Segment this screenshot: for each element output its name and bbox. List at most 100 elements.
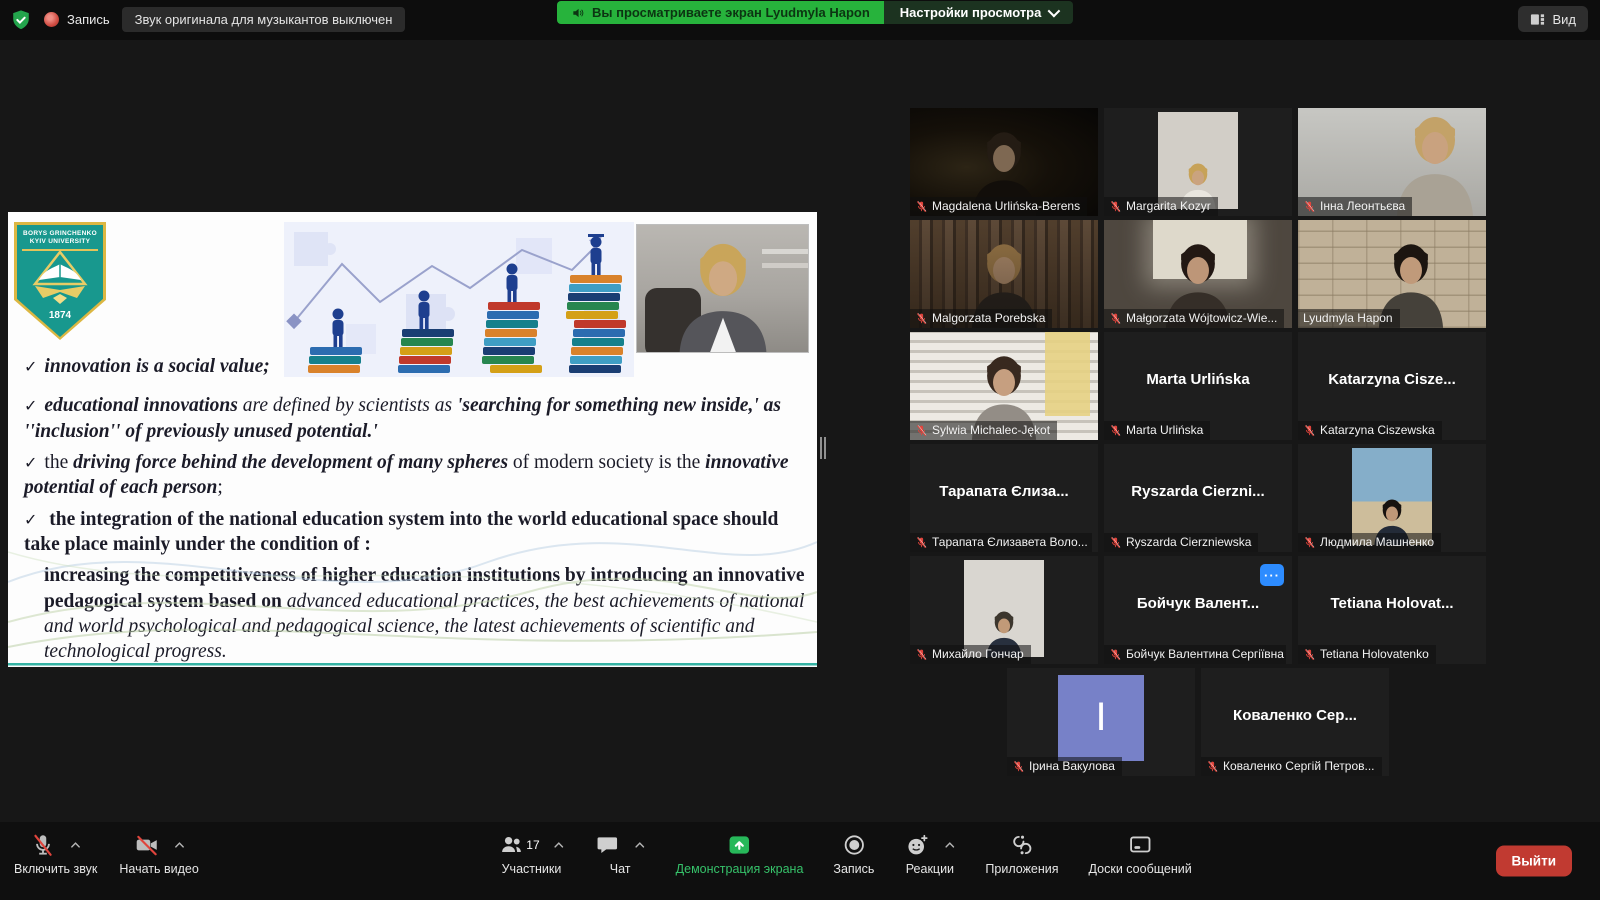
toolbar-chat-button[interactable]: Чат xyxy=(595,831,646,876)
muted-mic-icon xyxy=(1109,648,1122,661)
participant-tile[interactable]: Tetiana Holovat...Tetiana Holovatenko xyxy=(1298,556,1486,664)
chevron-up-icon[interactable] xyxy=(174,841,185,849)
chevron-up-icon[interactable] xyxy=(944,841,955,849)
meeting-toolbar: Включить звук Начать видео 17 Участники Чат… xyxy=(0,822,1600,900)
leave-meeting-button[interactable]: Выйти xyxy=(1496,846,1573,877)
toolbar-label: Чат xyxy=(610,862,631,876)
chat-icon xyxy=(595,832,621,858)
participant-photo xyxy=(964,560,1044,657)
chevron-up-icon[interactable] xyxy=(70,841,81,849)
mic-muted-icon xyxy=(30,832,56,858)
participant-tile[interactable]: Margarita Kozyr xyxy=(1104,108,1292,216)
chevron-down-icon xyxy=(1048,5,1061,18)
muted-mic-icon xyxy=(915,648,928,661)
toolbar-label: Доски сообщений xyxy=(1089,862,1192,876)
muted-mic-icon xyxy=(1206,760,1219,773)
participant-name-label: Михайло Гончар xyxy=(910,645,1031,664)
zoom-meeting-window: Запись Звук оригинала для музыкантов вык… xyxy=(0,0,1600,900)
slide-bullet: increasing the competitiveness of higher… xyxy=(24,563,807,664)
participant-tile[interactable]: Коваленко Сер...Коваленко Сергій Петров.… xyxy=(1201,668,1389,776)
participant-photo xyxy=(1352,448,1432,545)
toolbar-label: Демонстрация экрана xyxy=(676,862,804,876)
participant-tile[interactable]: Бойчук Валент...···Бойчук Валентина Серг… xyxy=(1104,556,1292,664)
participant-tile[interactable]: Михайло Гончар xyxy=(910,556,1098,664)
panel-resize-handle[interactable] xyxy=(820,437,826,459)
participant-tile[interactable]: Lyudmyla Hapon xyxy=(1298,220,1486,328)
participant-tile[interactable]: Małgorzata Wójtowicz-Wie... xyxy=(1104,220,1292,328)
toolbar-start-video-button[interactable]: Начать видео xyxy=(119,831,198,876)
muted-mic-icon xyxy=(915,312,928,325)
record-icon xyxy=(841,832,867,858)
participant-name-label: Інна Леонтьєва xyxy=(1298,197,1412,216)
toolbar-apps-button[interactable]: Приложения xyxy=(985,831,1058,876)
apps-icon xyxy=(1009,832,1035,858)
participants-count: 17 xyxy=(526,838,539,852)
toolbar-whiteboards-button[interactable]: Доски сообщений xyxy=(1089,831,1192,876)
toolbar-participants-button[interactable]: 17 Участники xyxy=(498,831,564,876)
original-sound-button[interactable]: Звук оригинала для музыкантов выключен xyxy=(122,7,406,32)
view-settings-dropdown[interactable]: Настройки просмотра xyxy=(884,1,1074,24)
participant-name-label: Ryszarda Cierzniewska xyxy=(1104,533,1258,552)
muted-mic-icon xyxy=(915,536,928,549)
slide-bullet: ✓innovation is a social value; xyxy=(24,354,807,379)
chevron-up-icon[interactable] xyxy=(635,841,646,849)
participant-tile[interactable]: Malgorzata Porebska xyxy=(910,220,1098,328)
presenter-video[interactable] xyxy=(637,225,808,352)
participant-tile[interactable]: Ryszarda Cierzni...Ryszarda Cierzniewska xyxy=(1104,444,1292,552)
participant-name-label: Sylwia Michalec-Jękot xyxy=(910,421,1057,440)
participant-name-label: Ірина Вакулова xyxy=(1007,757,1122,776)
more-options-button[interactable]: ··· xyxy=(1260,564,1284,586)
open-book-emblem xyxy=(29,250,91,306)
toolbar-record-button[interactable]: Запись xyxy=(833,831,874,876)
participant-name-center: Tetiana Holovat... xyxy=(1298,556,1486,650)
speaker-icon xyxy=(571,6,585,20)
viewing-banner-text: Вы просматриваете экран Lyudmyla Hapon xyxy=(592,5,870,20)
toolbar-label: Начать видео xyxy=(119,862,198,876)
participant-tile[interactable]: IІрина Вакулова xyxy=(1007,668,1195,776)
chevron-up-icon[interactable] xyxy=(554,841,565,849)
participant-tile[interactable]: Marta UrlińskaMarta Urlińska xyxy=(1104,332,1292,440)
participant-name-label: Tetiana Holovatenko xyxy=(1298,645,1436,664)
screen-viewing-banner: Вы просматриваете экран Lyudmyla Hapon Н… xyxy=(557,1,1073,24)
people-icon xyxy=(498,832,524,858)
participant-name-label: Małgorzata Wójtowicz-Wie... xyxy=(1104,309,1284,328)
participants-grid-last-row: IІрина ВакуловаКоваленко Сер...Коваленко… xyxy=(910,668,1486,776)
participant-name-center: Katarzyna Cisze... xyxy=(1298,332,1486,426)
record-dot-icon xyxy=(44,12,59,27)
participant-name-label: Коваленко Сергій Петров... xyxy=(1201,757,1382,776)
recording-indicator: Запись xyxy=(44,12,110,27)
participant-name-label: Magdalena Urlińska-Berens xyxy=(910,197,1087,216)
view-button[interactable]: Вид xyxy=(1518,6,1588,32)
slide-text: ✓innovation is a social value;✓education… xyxy=(24,354,807,667)
participant-tile[interactable]: Katarzyna Cisze...Katarzyna Ciszewska xyxy=(1298,332,1486,440)
participant-tile[interactable]: Sylwia Michalec-Jękot xyxy=(910,332,1098,440)
participant-tile[interactable]: Magdalena Urlińska-Berens xyxy=(910,108,1098,216)
record-status-label: Запись xyxy=(67,12,110,27)
participant-tile[interactable]: Інна Леонтьєва xyxy=(1298,108,1486,216)
toolbar-label: Участники xyxy=(502,862,562,876)
participant-name-label: Lyudmyla Hapon xyxy=(1298,309,1400,328)
toolbar-reactions-button[interactable]: Реакции xyxy=(904,831,955,876)
participant-tile[interactable]: Тарапата Єлиза...Тарапата Єлизавета Воло… xyxy=(910,444,1098,552)
toolbar-label: Запись xyxy=(833,862,874,876)
muted-mic-icon xyxy=(915,200,928,213)
participant-name-center: Тарапата Єлиза... xyxy=(910,444,1098,538)
slide-bullet: ✓the driving force behind the developmen… xyxy=(24,450,807,501)
university-logo: BORYS GRINCHENKO KYIV UNIVERSITY 1874 xyxy=(14,222,106,340)
muted-mic-icon xyxy=(1109,312,1122,325)
toolbar-share-screen-button[interactable]: Демонстрация экрана xyxy=(676,831,804,876)
toolbar-label: Реакции xyxy=(906,862,954,876)
logo-year: 1874 xyxy=(14,310,106,321)
top-bar: Запись Звук оригинала для музыкантов вык… xyxy=(0,0,1600,40)
share-icon xyxy=(727,832,753,858)
view-settings-label: Настройки просмотра xyxy=(900,5,1042,20)
participant-initial-avatar: I xyxy=(1058,675,1144,761)
participant-photo xyxy=(1158,112,1238,209)
view-button-label: Вид xyxy=(1552,12,1576,27)
whiteboard-icon xyxy=(1127,832,1153,858)
logo-line2: KYIV UNIVERSITY xyxy=(14,238,106,245)
participant-tile[interactable]: Людмила Машненко xyxy=(1298,444,1486,552)
security-shield-icon[interactable] xyxy=(10,9,32,31)
participant-name-label: Marta Urlińska xyxy=(1104,421,1210,440)
toolbar-unmute-button[interactable]: Включить звук xyxy=(14,831,97,876)
